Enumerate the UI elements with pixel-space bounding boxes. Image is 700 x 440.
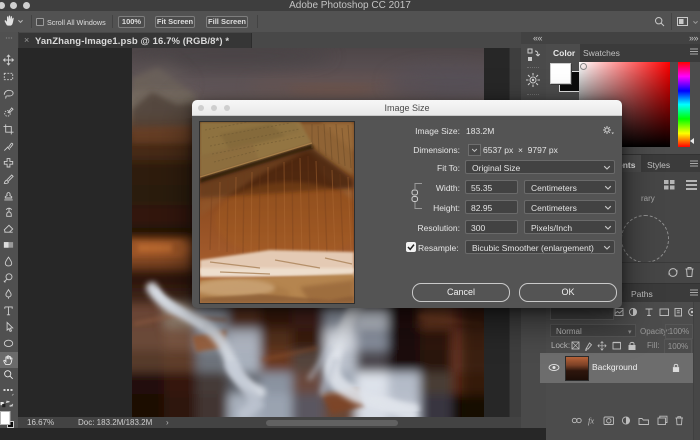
svg-text:fx: fx bbox=[588, 416, 594, 426]
